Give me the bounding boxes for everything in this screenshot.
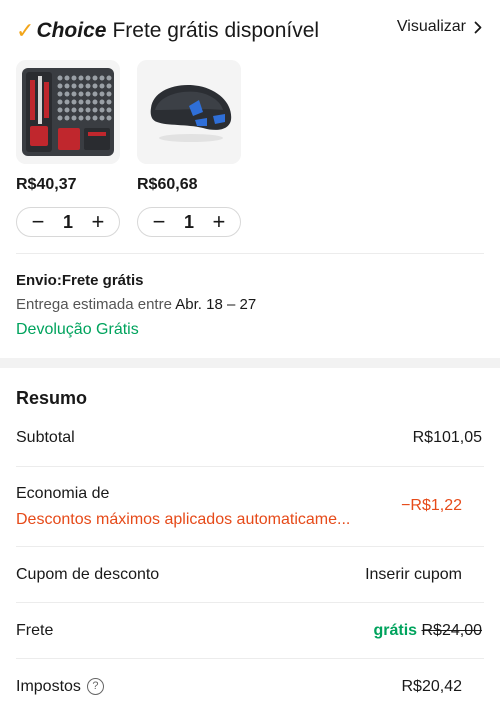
gaming-mouse-image: [137, 60, 241, 164]
freight-label: Frete: [16, 622, 54, 639]
delivery-dates: Abr. 18 – 27: [175, 296, 257, 313]
divider: [16, 466, 484, 467]
free-return-link[interactable]: Devolução Grátis: [16, 321, 139, 339]
product-price: R$60,68: [137, 176, 198, 193]
summary-title: Resumo: [16, 388, 88, 408]
view-button-label: Visualizar: [396, 18, 466, 35]
product-image-gaming-mouse[interactable]: [137, 60, 241, 164]
quantity-stepper: − 1 +: [16, 207, 120, 237]
decrement-button[interactable]: −: [150, 211, 168, 233]
quantity-value[interactable]: 1: [184, 212, 194, 233]
tax-label-row: Impostos?: [16, 678, 104, 696]
product-image-screwdriver-set[interactable]: [16, 60, 120, 164]
quantity-value[interactable]: 1: [63, 212, 73, 233]
increment-button[interactable]: +: [89, 211, 107, 233]
chevron-right-icon: [474, 21, 482, 33]
divider: [16, 546, 484, 547]
quantity-stepper: − 1 +: [137, 207, 241, 237]
enter-coupon-button[interactable]: Inserir cupom: [365, 566, 462, 584]
increment-button[interactable]: +: [210, 211, 228, 233]
divider: [16, 602, 484, 603]
subtotal-value: R$101,05: [412, 429, 482, 446]
shipping-title: Envio:Frete grátis: [16, 272, 144, 289]
choice-label: Choice: [36, 19, 107, 42]
help-icon[interactable]: ?: [86, 678, 104, 696]
estimated-delivery: Entrega estimada entre Abr. 18 – 27: [16, 296, 256, 313]
delivery-prefix: Entrega estimada entre: [16, 296, 172, 313]
view-button[interactable]: Visualizar: [397, 18, 482, 36]
checkmark-icon: ✓: [16, 18, 35, 43]
tax-label: Impostos: [16, 678, 81, 695]
divider: [16, 253, 484, 254]
savings-description[interactable]: Descontos máximos aplicados automaticame…: [16, 511, 350, 529]
product-price: R$40,37: [16, 176, 77, 193]
freight-original-price: R$24,00: [421, 622, 483, 639]
section-gap: [0, 358, 500, 368]
choice-banner-title: ✓ Choice Frete grátis disponível: [16, 16, 319, 46]
freight-free-text: grátis: [373, 622, 418, 639]
coupon-label: Cupom de desconto: [16, 566, 160, 583]
savings-value: −R$1,22: [401, 497, 462, 514]
free-shipping-available-text: Frete grátis disponível: [112, 19, 320, 42]
divider: [16, 658, 484, 659]
freight-value: grátis R$24,00: [373, 622, 482, 640]
tax-value: R$20,42: [401, 678, 463, 695]
screwdriver-set-image: [16, 60, 120, 164]
savings-label: Economia de: [16, 485, 110, 502]
subtotal-label: Subtotal: [16, 429, 75, 446]
decrement-button[interactable]: −: [29, 211, 47, 233]
